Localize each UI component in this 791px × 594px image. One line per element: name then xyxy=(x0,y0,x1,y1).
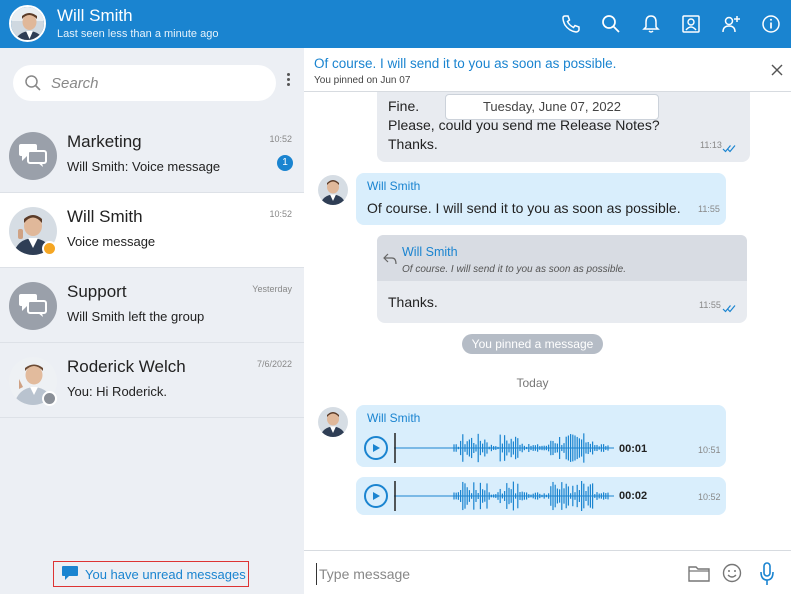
conversation-preview: Will Smith: Voice message xyxy=(67,159,221,174)
more-options-icon[interactable] xyxy=(283,73,293,93)
double-check-icon xyxy=(722,300,736,318)
avatar[interactable] xyxy=(9,5,46,42)
message-text: Of course. I will send it to you as soon… xyxy=(367,200,681,216)
conversation-time: 10:52 xyxy=(269,134,292,144)
message-time: 11:55 xyxy=(699,300,721,310)
conversation-title: Support xyxy=(67,282,127,301)
phone-icon[interactable] xyxy=(551,0,591,48)
message-time: 10:51 xyxy=(698,445,721,455)
conversation-time: 7/6/2022 xyxy=(256,359,292,369)
voice-waveform[interactable] xyxy=(394,479,614,513)
conversation-item-marketing[interactable]: Marketing Will Smith: Voice message 10:5… xyxy=(0,118,304,193)
search-box[interactable] xyxy=(13,65,276,101)
conversation-title: Marketing xyxy=(67,132,142,151)
close-icon[interactable] xyxy=(771,63,783,81)
add-user-icon[interactable] xyxy=(711,0,751,48)
group-chat-icon xyxy=(9,282,57,330)
double-check-icon xyxy=(722,140,736,158)
conversation-preview: Voice message xyxy=(67,234,156,249)
date-separator: Tuesday, June 07, 2022 xyxy=(445,94,659,120)
sender-name[interactable]: Will Smith xyxy=(367,411,420,425)
unread-messages-label: You have unread messages xyxy=(85,566,246,582)
message-line: Thanks. xyxy=(388,136,438,152)
message-bubble-reply[interactable]: Will Smith Of course. I will send it to … xyxy=(377,235,747,323)
unread-messages-link[interactable]: You have unread messages xyxy=(53,561,249,587)
search-icon xyxy=(24,74,42,97)
emoji-icon[interactable] xyxy=(722,563,742,588)
avatar[interactable] xyxy=(318,407,348,437)
microphone-icon[interactable] xyxy=(759,562,775,591)
conversation-time: Yesterday xyxy=(252,284,292,294)
conversation-preview: You: Hi Roderick. xyxy=(67,384,167,399)
message-line: Fine. xyxy=(388,98,420,114)
voice-message-bubble[interactable]: 00:02 10:52 xyxy=(356,477,726,515)
play-button[interactable] xyxy=(364,436,388,460)
conversation-title: Will Smith xyxy=(67,207,143,226)
sender-name[interactable]: Will Smith xyxy=(367,179,420,193)
conversation-item-will-smith[interactable]: Will Smith Voice message 10:52 xyxy=(0,193,304,268)
message-time: 11:55 xyxy=(698,204,720,214)
pinned-meta: You pinned on Jun 07 xyxy=(314,75,411,86)
avatar[interactable] xyxy=(318,175,348,205)
date-separator-today: Today xyxy=(516,376,549,390)
message-time: 10:52 xyxy=(698,492,721,502)
conversation-sidebar: Marketing Will Smith: Voice message 10:5… xyxy=(0,48,304,594)
away-status-icon xyxy=(42,241,57,256)
system-message: You pinned a message xyxy=(462,334,603,354)
message-time: 11:13 xyxy=(700,140,722,150)
last-seen-status: Last seen less than a minute ago xyxy=(57,28,219,40)
voice-message-bubble[interactable]: Will Smith 00:01 10:51 xyxy=(356,405,726,467)
message-text: Thanks. xyxy=(388,294,438,310)
search-icon[interactable] xyxy=(591,0,631,48)
bell-icon[interactable] xyxy=(631,0,671,48)
contact-name: Will Smith xyxy=(57,6,133,25)
info-icon[interactable] xyxy=(751,0,791,48)
reply-quote[interactable]: Will Smith Of course. I will send it to … xyxy=(377,235,747,281)
chat-bubble-icon xyxy=(62,565,78,583)
chat-panel: Of course. I will send it to you as soon… xyxy=(304,48,791,594)
quote-text: Of course. I will send it to you as soon… xyxy=(402,264,626,275)
folder-icon[interactable] xyxy=(688,563,710,588)
message-composer xyxy=(304,550,791,594)
reply-arrow-icon xyxy=(383,252,397,270)
voice-duration: 00:01 xyxy=(619,443,648,455)
voice-waveform[interactable] xyxy=(394,431,614,465)
message-bubble-incoming[interactable]: Will Smith Of course. I will send it to … xyxy=(356,173,726,225)
pinned-message-text[interactable]: Of course. I will send it to you as soon… xyxy=(314,56,616,71)
conversation-time: 10:52 xyxy=(269,209,292,219)
message-input[interactable] xyxy=(316,563,676,585)
conversation-preview: Will Smith left the group xyxy=(67,309,205,324)
quote-sender: Will Smith xyxy=(402,245,458,259)
unread-count-badge: 1 xyxy=(277,155,293,171)
search-input[interactable] xyxy=(51,72,266,94)
chat-header: Will Smith Last seen less than a minute … xyxy=(0,0,791,48)
conversation-item-roderick-welch[interactable]: Roderick Welch You: Hi Roderick. 7/6/202… xyxy=(0,343,304,418)
play-button[interactable] xyxy=(364,484,388,508)
group-chat-icon xyxy=(9,132,57,180)
pinned-message-bar[interactable]: Of course. I will send it to you as soon… xyxy=(304,48,791,92)
contact-card-icon[interactable] xyxy=(671,0,711,48)
voice-duration: 00:02 xyxy=(619,490,648,502)
offline-status-icon xyxy=(42,391,57,406)
conversation-title: Roderick Welch xyxy=(67,357,186,376)
conversation-item-support[interactable]: Support Will Smith left the group Yester… xyxy=(0,268,304,343)
